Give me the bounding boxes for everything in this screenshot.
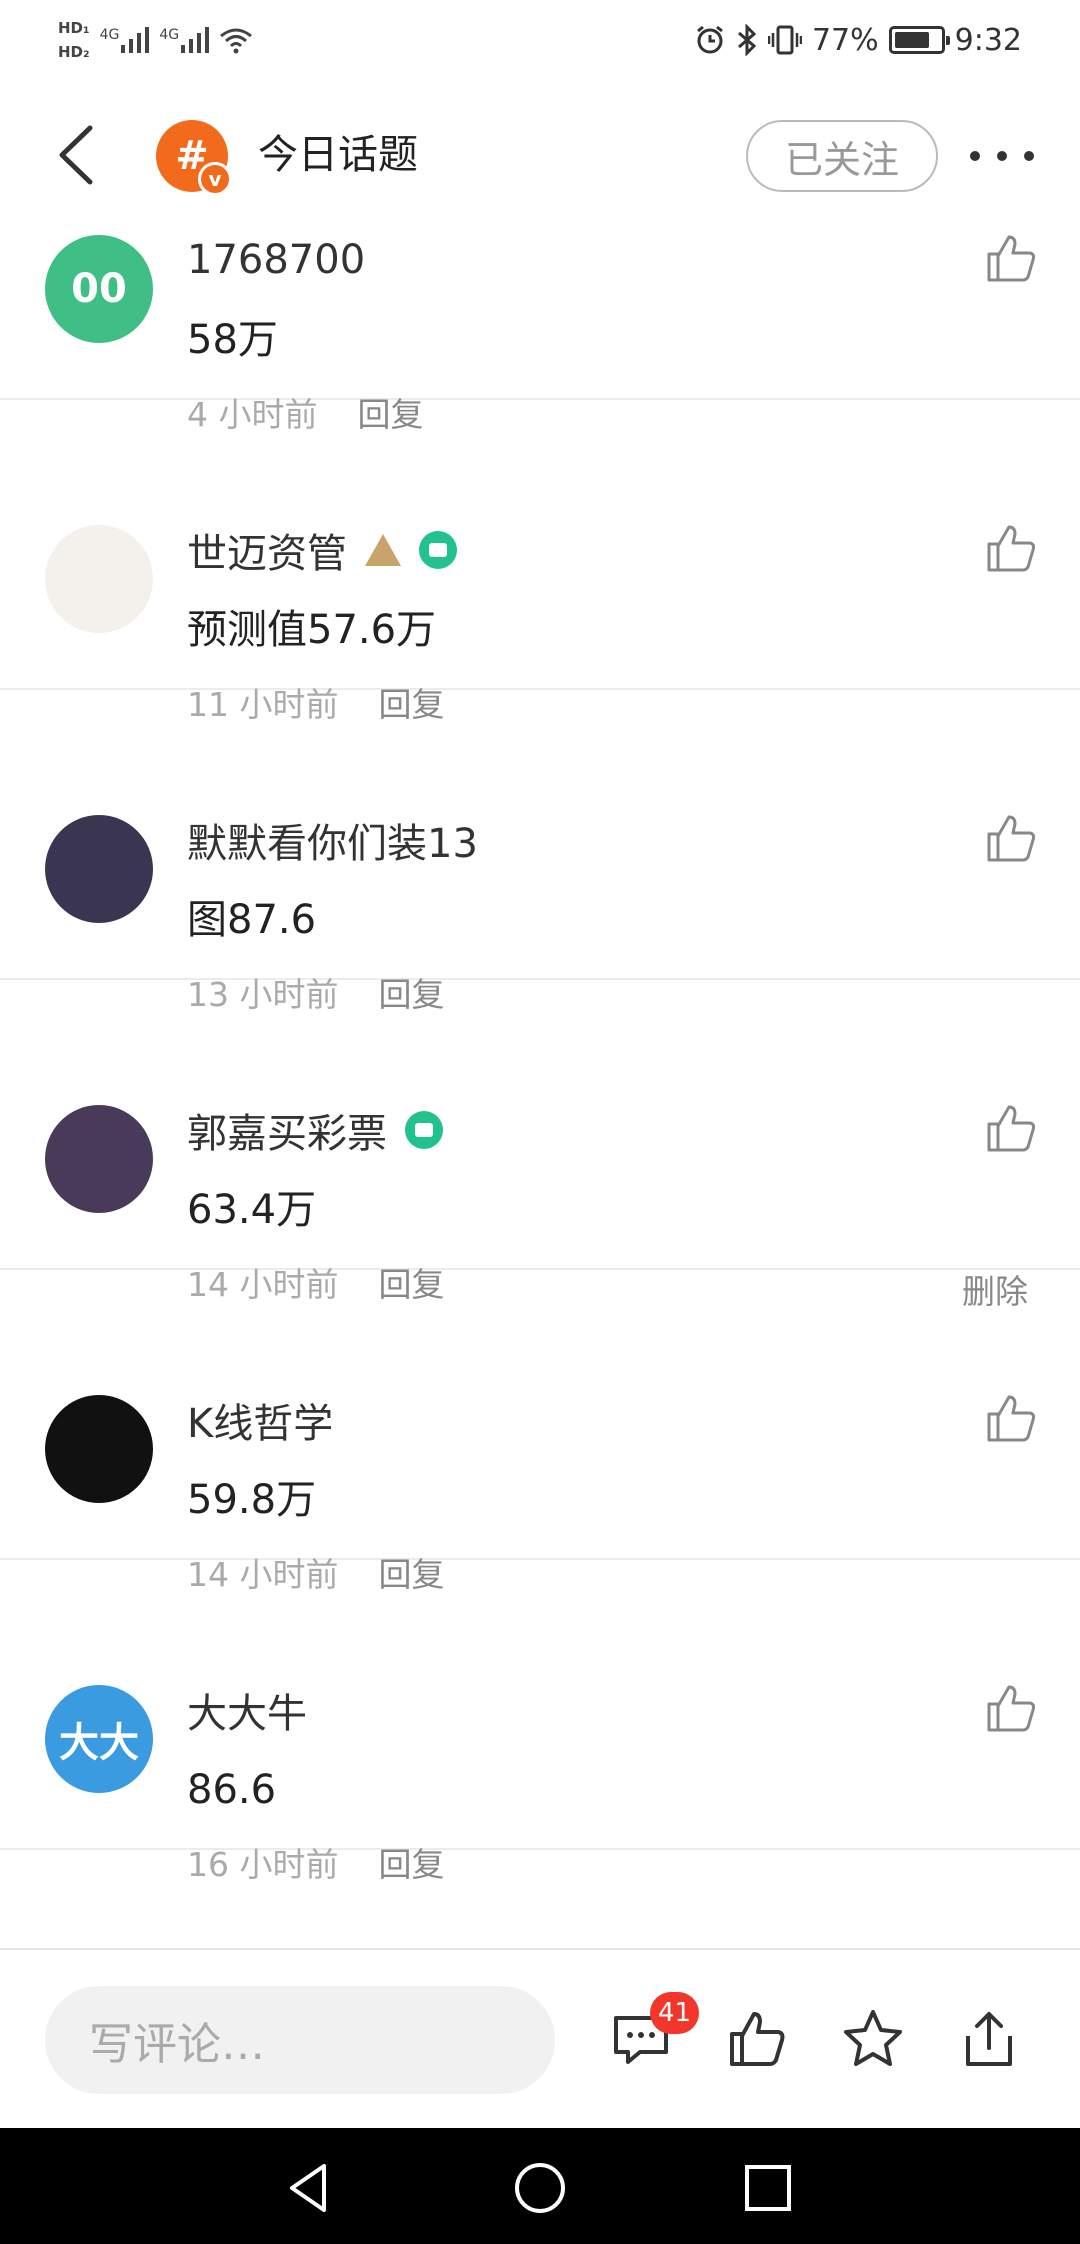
comment-like-icon[interactable] [985,1102,1037,1154]
nav-recents-icon[interactable] [738,2158,798,2218]
comment-like-icon[interactable] [985,232,1037,284]
page-title: 今日话题 [258,132,418,178]
avatar[interactable] [45,815,153,923]
comment-item: 默默看你们装13 图87.6 13 小时前 回复 [0,690,1080,1014]
like-icon[interactable] [726,2008,788,2070]
comment-author[interactable]: 大大牛 [187,1680,307,1740]
comment-text: 预测值57.6万 [187,607,437,653]
nav-back-icon[interactable] [280,2158,340,2218]
network-type-label: 4G [99,27,120,43]
vibrate-icon [767,25,802,55]
reply-link[interactable]: 回复 [378,1840,444,1890]
comment-like-icon[interactable] [985,1682,1037,1734]
status-right: 77% 9:32 [694,14,1022,66]
battery-percent: 77% [811,22,879,58]
battery-fill [894,32,929,48]
comment-text: 59.8万 [187,1477,317,1523]
comment-author[interactable]: 世迈资管 [187,520,457,580]
avatar[interactable]: 00 [45,235,153,343]
avatar[interactable] [45,1395,153,1503]
wifi-icon [220,28,253,54]
bluetooth-icon [737,24,757,56]
hd1-label: HD₁ [58,19,90,37]
comment-author[interactable]: 1768700 [187,230,365,290]
comment-like-icon[interactable] [985,522,1037,574]
hd2-label: HD₂ [58,43,90,61]
author-name[interactable]: 1768700 [187,237,365,283]
verified-badge-icon [419,531,457,569]
comment-item: K线哲学 59.8万 14 小时前 回复 [0,1270,1080,1594]
back-icon[interactable] [50,120,110,190]
clock-time: 9:32 [954,22,1022,58]
comment-text: 63.4万 [187,1187,317,1233]
comment-input[interactable]: 写评论… [45,1986,555,2094]
comment-author[interactable]: 默默看你们装13 [187,810,478,870]
comment-like-icon[interactable] [985,812,1037,864]
status-left: HD₁ HD₂ 4G 4G [58,10,253,70]
alarm-icon [697,25,723,54]
avatar[interactable]: 大大 [45,1685,153,1793]
comment-like-icon[interactable] [985,1392,1037,1444]
signal-icon-2: 4G [159,27,210,53]
comment-meta: 16 小时前 回复 [187,1840,444,1890]
avatar[interactable] [45,1105,153,1213]
author-name[interactable]: 大大牛 [187,1681,307,1739]
topic-logo: # v [156,120,232,196]
bottom-action-bar: 写评论… 41 [0,1948,1080,2128]
comment-item: 郭嘉买彩票 63.4万 14 小时前 回复 删除 [0,980,1080,1311]
comment-item: 世迈资管 预测值57.6万 11 小时前 回复 [0,400,1080,724]
topic-header: # v 今日话题 已关注 [0,80,1080,230]
comment-author[interactable]: K线哲学 [187,1390,333,1450]
verified-badge-icon [405,1111,443,1149]
status-bar: HD₁ HD₂ 4G 4G 77% 9:32 [0,0,1080,80]
nav-home-icon[interactable] [510,2158,570,2218]
system-nav-bar [0,2128,1080,2244]
avatar[interactable] [45,525,153,633]
signal-icon: 4G [100,27,150,53]
comment-time: 16 小时前 [187,1845,339,1884]
battery-icon [888,26,950,54]
author-name[interactable]: K线哲学 [187,1391,333,1449]
hd-indicators: HD₁ HD₂ [58,19,90,61]
author-name[interactable]: 世迈资管 [187,521,347,579]
comment-text: 58万 [187,317,278,363]
comment-author[interactable]: 郭嘉买彩票 [187,1100,443,1160]
comment-list: 00 1768700 58万 4 小时前 回复 世迈资管 预测值57.6万 11 小时前 回复默… [0,230,1080,1948]
comment-text: 图87.6 [187,897,317,943]
author-name[interactable]: 默默看你们装13 [187,811,478,869]
comment-text: 86.6 [187,1767,277,1813]
comment-item: 00 1768700 58万 4 小时前 回复 [0,230,1080,434]
comment-count-badge: 41 [650,1992,700,2034]
level-badge-icon [365,534,401,566]
comment-item: 大大 大大牛 86.6 16 小时前 回复 [0,1560,1080,1884]
author-name[interactable]: 郭嘉买彩票 [187,1101,387,1159]
more-options-icon[interactable] [970,136,1034,176]
follow-button[interactable]: 已关注 [746,120,938,192]
share-icon[interactable] [958,2008,1020,2070]
favorite-star-icon[interactable] [842,2008,904,2070]
topic-logo-badge: v [198,162,232,196]
network-type-label-2: 4G [159,27,180,43]
